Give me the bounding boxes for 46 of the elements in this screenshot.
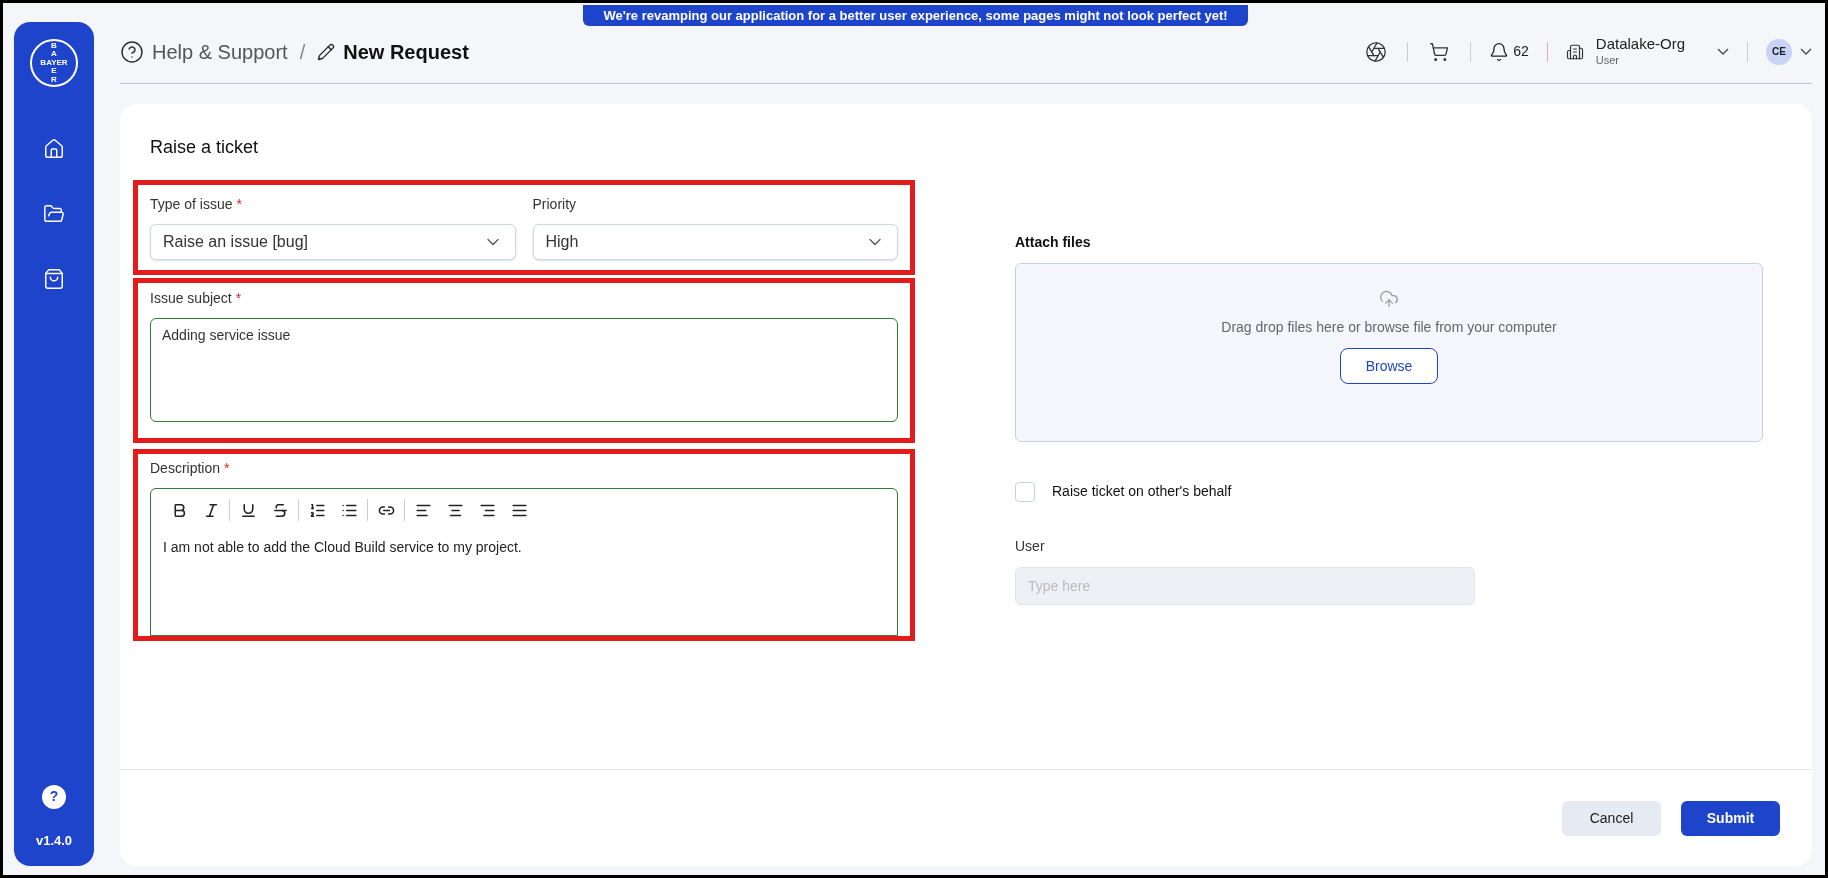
description-text: I am not able to add the Cloud Build service to my project. xyxy=(163,538,523,557)
upload-icon xyxy=(1379,289,1399,309)
org-switcher[interactable]: Datalake-Org User xyxy=(1565,35,1729,68)
submit-button[interactable]: Submit xyxy=(1681,800,1780,836)
breadcrumb-separator: / xyxy=(299,39,306,65)
dropzone[interactable]: Drag drop files here or browse file from your computer Browse xyxy=(1015,263,1763,442)
select-field[interactable]: High xyxy=(532,224,898,260)
field-label: Issue subject xyxy=(150,289,232,308)
aperture-icon xyxy=(1365,40,1388,63)
browse-button[interactable]: Browse xyxy=(1340,348,1438,384)
pencil-icon xyxy=(317,42,336,61)
select-field[interactable]: Raise an issue [bug] xyxy=(150,224,516,260)
announcement-banner: We're revamping our application for a better user experience, some pages might not look perfect yet! xyxy=(583,5,1248,26)
dropzone-hint: Drag drop files here or browse file from your computer xyxy=(1221,318,1557,337)
underline-icon xyxy=(239,501,257,519)
subject-field[interactable]: Adding service issue xyxy=(150,318,898,422)
home-icon xyxy=(43,138,65,160)
chevron-icon xyxy=(1717,48,1729,55)
checkbox-label: Raise ticket on other's behalf xyxy=(1052,482,1232,501)
required-mark: * xyxy=(235,289,242,308)
help-icon xyxy=(120,39,144,64)
logo: BA BAYER ER xyxy=(30,39,78,87)
ordered-list-icon xyxy=(308,501,326,519)
required-mark: * xyxy=(236,195,242,214)
checkbox[interactable] xyxy=(1015,481,1035,502)
rich-text-editor[interactable]: I am not able to add the Cloud Build service to my project. xyxy=(150,488,898,636)
field-label: Priority xyxy=(532,195,577,214)
building-icon xyxy=(1565,42,1584,61)
form-title: Raise a ticket xyxy=(150,136,260,159)
chevron-icon xyxy=(1800,48,1812,55)
bag-icon xyxy=(43,268,65,290)
required-mark: * xyxy=(224,459,230,478)
version-label: v1.4.0 xyxy=(35,831,73,850)
cart-icon xyxy=(1429,41,1450,62)
field-label: Type of issue xyxy=(150,195,233,214)
help-button[interactable]: ? xyxy=(42,784,66,809)
cancel-button[interactable]: Cancel xyxy=(1562,800,1661,836)
attach-label: Attach files xyxy=(1015,233,1092,252)
bell-icon xyxy=(1489,41,1510,62)
strikethrough-icon xyxy=(271,501,289,519)
notifications-button[interactable]: 62 xyxy=(1489,41,1529,62)
folder-icon xyxy=(43,203,65,225)
user-label: User xyxy=(1015,537,1046,556)
page-title: New Request xyxy=(343,39,469,65)
field-label: Description xyxy=(150,459,221,478)
breadcrumb-link[interactable]: Help & Support xyxy=(152,36,288,67)
